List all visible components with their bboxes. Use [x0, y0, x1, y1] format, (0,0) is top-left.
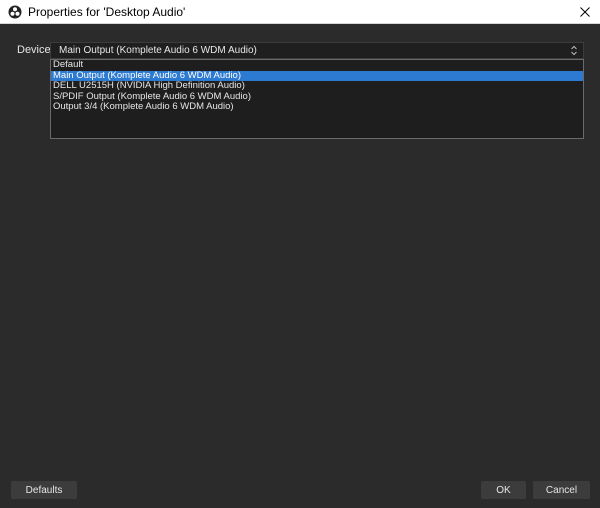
dropdown-option-default[interactable]: Default: [51, 59, 583, 71]
title-bar: Properties for 'Desktop Audio': [0, 0, 600, 24]
device-label: Device: [17, 44, 51, 56]
defaults-button[interactable]: Defaults: [11, 481, 77, 499]
device-select-value: Main Output (Komplete Audio 6 WDM Audio): [59, 45, 257, 56]
cancel-button[interactable]: Cancel: [533, 481, 590, 499]
dialog-body: Device Main Output (Komplete Audio 6 WDM…: [0, 24, 600, 508]
dropdown-option-dell-u2515h[interactable]: DELL U2515H (NVIDIA High Definition Audi…: [51, 80, 583, 92]
close-icon: [580, 7, 590, 17]
device-select[interactable]: Main Output (Komplete Audio 6 WDM Audio): [50, 42, 584, 59]
device-dropdown-list: Default Main Output (Komplete Audio 6 WD…: [50, 59, 584, 139]
updown-arrows-icon: [571, 45, 577, 56]
dropdown-option-output-3-4[interactable]: Output 3/4 (Komplete Audio 6 WDM Audio): [51, 101, 583, 113]
close-button[interactable]: [570, 0, 600, 24]
ok-button[interactable]: OK: [481, 481, 526, 499]
window-title: Properties for 'Desktop Audio': [28, 5, 186, 19]
obs-logo-icon: [8, 5, 22, 19]
